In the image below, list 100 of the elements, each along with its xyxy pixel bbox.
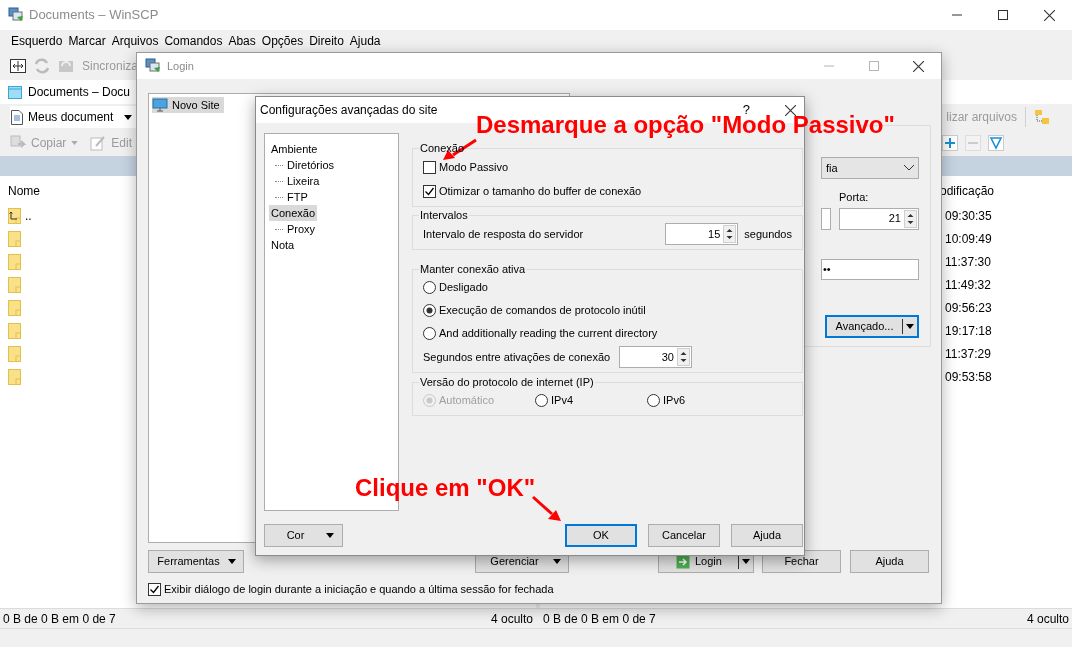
unit-label: segundos — [744, 226, 792, 242]
radio-button[interactable] — [535, 394, 548, 407]
dialog-button[interactable]: Cancelar — [648, 524, 720, 547]
radio-button[interactable] — [647, 394, 660, 407]
folder-icon — [8, 276, 21, 293]
document-icon — [11, 109, 23, 125]
arrow — [532, 495, 561, 521]
checkbox[interactable] — [148, 582, 161, 596]
tree-item[interactable]: Diretórios — [285, 156, 337, 174]
checkbox[interactable] — [423, 160, 436, 174]
tree-item[interactable]: FTP — [285, 188, 310, 206]
column-header[interactable]: Nome — [8, 182, 40, 200]
radio-button[interactable] — [423, 327, 436, 340]
option-label[interactable]: Desligado — [439, 279, 488, 296]
field-label: Segundos entre ativações de conexão — [423, 349, 612, 365]
hidden-count: 4 oculto — [1026, 610, 1069, 628]
annotation-text: Clique em "OK" — [355, 473, 536, 503]
edit-icon — [90, 135, 107, 151]
tree-item[interactable]: Lixeira — [285, 172, 322, 190]
caret-icon — [906, 323, 914, 329]
compare-icon[interactable] — [10, 59, 26, 73]
monitor-icon — [152, 98, 168, 112]
modified-time: 11:37:29 — [945, 345, 991, 363]
dialog-button[interactable]: OK — [565, 524, 637, 547]
dialog-button[interactable]: Ajuda — [850, 550, 929, 573]
file-name[interactable]: .. — [25, 206, 32, 225]
modified-time: 19:17:18 — [945, 322, 992, 340]
radio-button[interactable] — [423, 304, 436, 317]
caret-icon — [124, 114, 132, 120]
group-title: Versão do protocolo de internet (IP) — [419, 376, 595, 389]
modified-time: 09:53:58 — [945, 368, 992, 386]
spin-arrows-icon[interactable] — [904, 209, 917, 228]
column-header[interactable]: odificação — [940, 182, 995, 200]
maximize-icon[interactable] — [998, 10, 1008, 20]
dialog-title: Configurações avançadas do site — [260, 102, 438, 119]
parent-folder-icon — [8, 207, 21, 224]
modified-time: 09:56:23 — [945, 299, 992, 317]
spin-field[interactable]: 15 — [665, 223, 739, 245]
dialog-button[interactable]: Ajuda — [731, 524, 803, 547]
caret-icon — [71, 141, 79, 145]
caret-icon — [742, 559, 750, 564]
modified-time: 11:49:32 — [945, 276, 991, 294]
port-field[interactable]: 21 — [839, 207, 919, 230]
help-button[interactable]: ? — [742, 100, 750, 120]
advanced-button[interactable]: Avançado... — [825, 314, 919, 338]
tree-item[interactable]: Conexão — [269, 204, 318, 222]
modified-time: 10:09:49 — [945, 230, 992, 248]
host-field[interactable] — [821, 207, 831, 230]
folder-icon — [8, 253, 21, 270]
tree-item[interactable]: Ambiente — [269, 140, 320, 158]
check-icon — [149, 583, 160, 595]
path-dropdown[interactable]: Meus document — [10, 106, 136, 128]
field-label: Intervalo de resposta do servidor — [423, 226, 585, 242]
close-icon[interactable] — [1043, 9, 1055, 21]
group-title: Conexão — [419, 142, 466, 155]
menu-item[interactable]: Arquivos — [108, 32, 162, 50]
transfer-icon — [8, 7, 24, 23]
tree-item[interactable]: Proxy — [285, 220, 318, 238]
folder-icon — [8, 322, 21, 339]
folder-icon — [8, 299, 21, 316]
status-text: 0 B de 0 B em 0 de 7 — [543, 610, 656, 628]
tree-item[interactable]: Nota — [269, 236, 297, 254]
modified-time: 09:30:35 — [945, 207, 992, 225]
caret-icon — [228, 559, 236, 564]
hidden-count: 4 oculto — [490, 610, 533, 628]
dialog-button[interactable]: Ferramentas — [148, 550, 244, 573]
menu-item[interactable]: Esquerdo — [8, 32, 66, 50]
spin-field[interactable]: 30 — [619, 346, 692, 368]
group-title: Intervalos — [419, 209, 469, 222]
filter-icon[interactable] — [988, 135, 1004, 151]
caret-icon — [326, 533, 334, 538]
caret-icon — [553, 559, 561, 564]
transfer-icon — [145, 58, 161, 74]
option-label[interactable]: IPv6 — [663, 392, 685, 409]
close-icon[interactable] — [913, 60, 924, 72]
radio-button[interactable] — [423, 281, 436, 294]
close-icon[interactable] — [785, 104, 796, 116]
option-label[interactable]: And additionally reading the current directory — [439, 325, 658, 342]
session-tab[interactable]: Documents – Docu — [8, 80, 131, 104]
protocol-dropdown[interactable]: fia — [821, 157, 919, 179]
group-title: Manter conexão ativa — [419, 263, 527, 276]
spin-arrows-icon[interactable] — [677, 348, 690, 366]
menu-item[interactable]: Direito — [306, 32, 347, 50]
menu-item[interactable]: Comandos — [161, 32, 226, 50]
password-field[interactable]: •• — [821, 258, 919, 280]
color-button[interactable]: Cor — [264, 524, 343, 547]
plus-icon[interactable] — [942, 135, 958, 151]
menu-item[interactable]: Marcar — [65, 32, 109, 50]
option-label[interactable]: Otimizar o tamanho do buffer de conexão — [439, 182, 642, 200]
modified-time: 11:37:30 — [945, 253, 991, 271]
checkbox[interactable] — [423, 184, 436, 198]
option-label[interactable]: Modo Passivo — [439, 158, 509, 176]
option-label[interactable]: Execução de comandos de protocolo inútil — [439, 302, 646, 319]
option-label[interactable]: Exibir diálogo de login durante a iniciação e quando a última sessão for fechada — [164, 581, 554, 598]
menu-item[interactable]: Ajuda — [346, 32, 384, 50]
site-item[interactable]: Novo Site — [152, 97, 224, 113]
menu-item[interactable]: Abas — [225, 32, 259, 50]
menu-item[interactable]: Opções — [258, 32, 307, 50]
option-label[interactable]: IPv4 — [551, 392, 573, 409]
spin-arrows-icon[interactable] — [723, 225, 737, 243]
